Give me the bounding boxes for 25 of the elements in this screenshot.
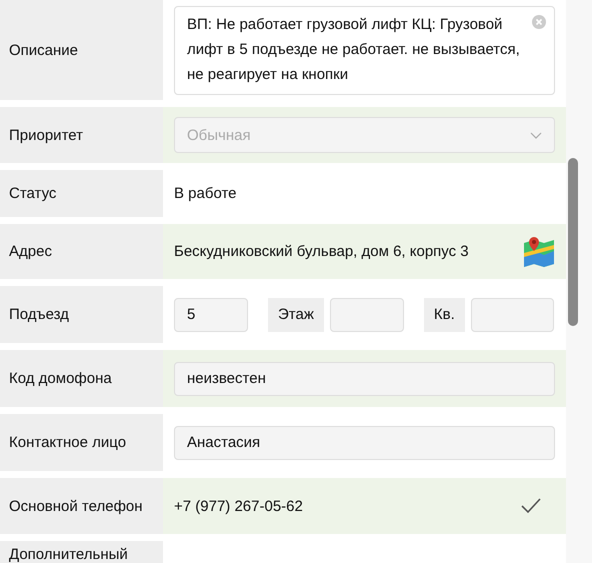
field-label: Этаж — [268, 298, 324, 332]
field-label: Приоритет — [9, 126, 83, 144]
status-text: В работе — [174, 185, 238, 202]
apartment-field[interactable] — [470, 298, 554, 332]
phone-text: +7 (977) 267-05-62 — [174, 498, 304, 514]
clear-icon[interactable] — [532, 14, 546, 28]
scrollbar-thumb[interactable] — [568, 158, 578, 326]
field-label: Контактное лицо — [9, 434, 126, 451]
map-icon[interactable] — [523, 234, 555, 268]
field-label: Кв. — [424, 298, 465, 332]
text-field[interactable]: неизвестен — [174, 362, 555, 396]
field-label: Описание — [9, 42, 78, 58]
field-label: Основной телефон — [9, 498, 143, 514]
description-text: ВП: Не работает грузовой лифт КЦ: Грузовой лифт в 5 подъезде не работает. не вызывается, не реагирует на кнопки — [187, 16, 520, 82]
field-label: Код домофона — [9, 370, 112, 387]
floor-field[interactable] — [330, 298, 404, 332]
text-field[interactable]: Анастасия — [174, 426, 555, 460]
field-label: Дополнительный — [9, 546, 128, 563]
field-label: Подъезд — [9, 306, 69, 323]
entrance-field[interactable]: 5 — [174, 298, 248, 332]
chevron-down-icon — [530, 132, 542, 138]
address-text: Бескудниковский бульвар, дом 6, корпус 3 — [174, 243, 470, 260]
description-field[interactable]: ВП: Не работает грузовой лифт КЦ: Грузовой лифт в 5 подъезде не работает. не вызывается, не реагирует на кнопки — [174, 6, 555, 94]
field-label: Статус — [9, 185, 56, 202]
field-label: Адрес — [9, 243, 52, 260]
